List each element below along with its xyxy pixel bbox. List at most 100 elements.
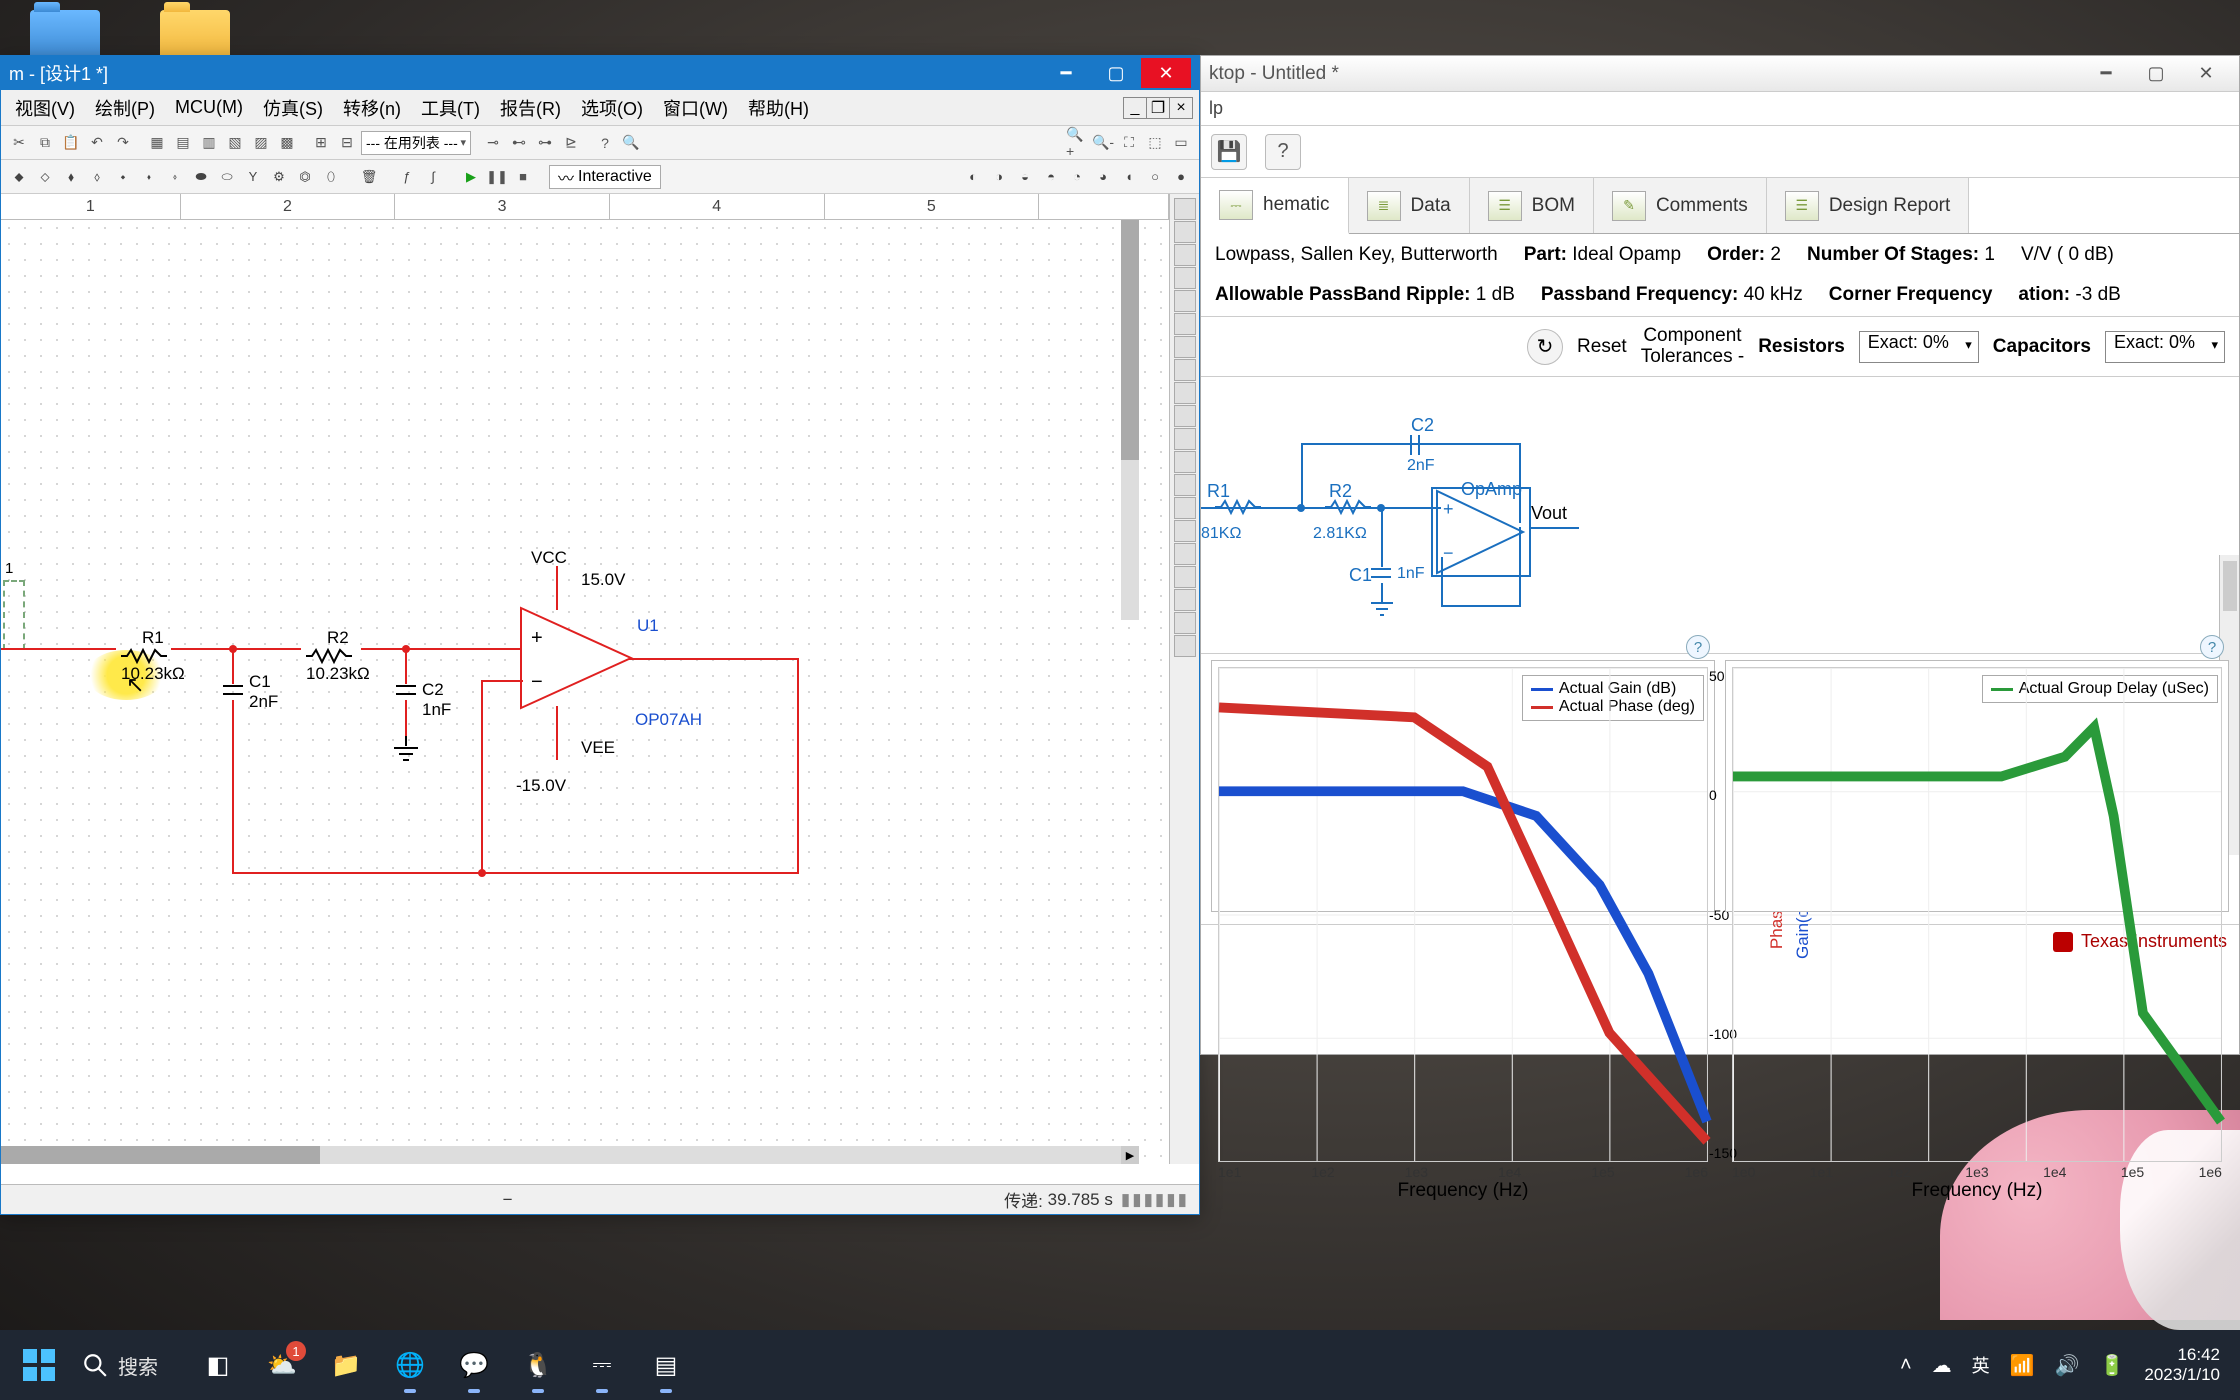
fullscreen-icon[interactable]: ▭ bbox=[1169, 131, 1193, 155]
parts-icon[interactable]: ⬭ bbox=[215, 165, 239, 189]
component-icon[interactable]: ⊞ bbox=[309, 131, 333, 155]
probe-icon[interactable]: ⊵ bbox=[559, 131, 583, 155]
grid-icon[interactable]: ▥ bbox=[197, 131, 221, 155]
vertical-scrollbar[interactable] bbox=[1121, 220, 1139, 620]
reset-label[interactable]: Reset bbox=[1577, 336, 1627, 358]
desktop-folder-icon[interactable] bbox=[160, 10, 230, 60]
parts-icon[interactable]: Y bbox=[241, 165, 265, 189]
instrument-icon[interactable] bbox=[1174, 566, 1196, 588]
onedrive-icon[interactable]: ☁ bbox=[1932, 1353, 1952, 1378]
menu-item[interactable]: 视图(V) bbox=[7, 91, 83, 125]
plot-area[interactable]: Group Delay bbox=[1732, 667, 2222, 1162]
close-button[interactable]: ✕ bbox=[1141, 58, 1191, 88]
instrument-icon[interactable] bbox=[1174, 198, 1196, 220]
instrument-icon[interactable] bbox=[1174, 520, 1196, 542]
instrument-icon[interactable] bbox=[1174, 612, 1196, 634]
wire[interactable] bbox=[1, 648, 116, 650]
zoom-in-icon[interactable]: 🔍+ bbox=[1065, 131, 1089, 155]
parts-icon[interactable]: ⬯ bbox=[319, 165, 343, 189]
reset-icon[interactable]: ↻ bbox=[1527, 329, 1563, 365]
pause-icon[interactable]: ❚❚ bbox=[485, 165, 509, 189]
probe-icon[interactable]: ⊸ bbox=[481, 131, 505, 155]
wire[interactable] bbox=[556, 566, 558, 610]
instrument-icon[interactable] bbox=[1174, 543, 1196, 565]
func-icon[interactable]: ∫ bbox=[421, 165, 445, 189]
scrollbar-thumb[interactable] bbox=[1121, 220, 1139, 460]
source-block[interactable] bbox=[3, 580, 25, 650]
resistor-r1[interactable]: R1 10.23kΩ bbox=[121, 628, 185, 684]
resistors-tolerance-select[interactable]: Exact: 0% bbox=[1859, 331, 1979, 363]
menu-item[interactable]: 窗口(W) bbox=[655, 91, 736, 125]
scrollbar-thumb[interactable] bbox=[1, 1146, 320, 1164]
volume-icon[interactable]: 🔊 bbox=[2055, 1353, 2080, 1378]
instrument-icon[interactable] bbox=[1174, 405, 1196, 427]
filterpro-icon[interactable]: ▤ bbox=[646, 1345, 686, 1385]
parts-icon[interactable]: ⬦ bbox=[33, 165, 57, 189]
menu-item[interactable]: 转移(n) bbox=[335, 91, 409, 125]
menu-item[interactable]: 工具(T) bbox=[413, 91, 488, 125]
menu-item[interactable]: 仿真(S) bbox=[255, 91, 331, 125]
tab-design-report[interactable]: ☰Design Report bbox=[1767, 178, 1969, 233]
parts-icon[interactable]: ⬪ bbox=[137, 165, 161, 189]
weather-icon[interactable]: ⛅1 bbox=[262, 1345, 302, 1385]
copy-icon[interactable]: ⧉ bbox=[33, 131, 57, 155]
wire[interactable] bbox=[361, 648, 521, 650]
inuse-list-combo[interactable]: --- 在用列表 --- bbox=[361, 131, 471, 155]
component-icon[interactable]: ⊟ bbox=[335, 131, 359, 155]
sim-mode-combo[interactable]: 〰 Interactive bbox=[549, 165, 661, 189]
wire[interactable] bbox=[797, 658, 799, 874]
instr-icon[interactable]: ◓ bbox=[1039, 165, 1063, 189]
grid-icon[interactable]: ▦ bbox=[145, 131, 169, 155]
instrument-icon[interactable] bbox=[1174, 474, 1196, 496]
multisim-icon[interactable]: ⎓ bbox=[582, 1345, 622, 1385]
schematic-canvas[interactable]: 1 2 3 4 5 1 ↖ R1 bbox=[1, 194, 1169, 1164]
instrument-icon[interactable] bbox=[1174, 382, 1196, 404]
maximize-button[interactable]: ▢ bbox=[1091, 58, 1141, 88]
taskbar-clock[interactable]: 16:42 2023/1/10 bbox=[2144, 1345, 2220, 1386]
instrument-icon[interactable] bbox=[1174, 359, 1196, 381]
maximize-button[interactable]: ▢ bbox=[2131, 59, 2181, 89]
wire[interactable] bbox=[405, 648, 407, 684]
help-icon[interactable]: ? bbox=[1265, 134, 1301, 170]
tray-chevron-icon[interactable]: ˄ bbox=[1900, 1354, 1912, 1377]
resistor-r2[interactable]: R2 10.23kΩ bbox=[306, 628, 370, 684]
parts-icon[interactable]: ⬩ bbox=[111, 165, 135, 189]
wifi-icon[interactable]: 📶 bbox=[2010, 1353, 2035, 1378]
menu-item[interactable]: 绘制(P) bbox=[87, 91, 163, 125]
qq-icon[interactable]: 🐧 bbox=[518, 1345, 558, 1385]
parts-icon[interactable]: ⬬ bbox=[189, 165, 213, 189]
stop-icon[interactable]: ■ bbox=[511, 165, 535, 189]
undo-icon[interactable]: ↶ bbox=[85, 131, 109, 155]
task-view-icon[interactable]: ◧ bbox=[198, 1345, 238, 1385]
parts-icon[interactable]: ⏣ bbox=[293, 165, 317, 189]
instr-icon[interactable]: ◔ bbox=[1065, 165, 1089, 189]
opamp-u1[interactable]: + − bbox=[521, 608, 641, 713]
wire[interactable] bbox=[232, 648, 234, 684]
mdi-restore-icon[interactable]: ❐ bbox=[1146, 97, 1170, 119]
instrument-icon[interactable] bbox=[1174, 290, 1196, 312]
ime-indicator[interactable]: 英 bbox=[1972, 1352, 1990, 1378]
menu-item[interactable]: 选项(O) bbox=[573, 91, 651, 125]
group-delay-plot[interactable]: ? Actual Group Delay (uSec) Group Delay … bbox=[1725, 660, 2229, 912]
instr-icon[interactable]: ◑ bbox=[987, 165, 1011, 189]
instrument-icon[interactable] bbox=[1174, 589, 1196, 611]
horizontal-scrollbar[interactable]: ▶ bbox=[1, 1146, 1139, 1164]
instrument-icon[interactable] bbox=[1174, 221, 1196, 243]
menu-item[interactable]: 帮助(H) bbox=[740, 91, 817, 125]
instr-icon[interactable]: ○ bbox=[1143, 165, 1167, 189]
tab-data[interactable]: ≣Data bbox=[1349, 178, 1470, 233]
delete-icon[interactable]: 🗑 bbox=[357, 165, 381, 189]
desktop-folder-icon[interactable] bbox=[30, 10, 100, 60]
parts-icon[interactable]: ⬫ bbox=[163, 165, 187, 189]
grid-icon[interactable]: ▨ bbox=[249, 131, 273, 155]
probe-icon[interactable]: ⊶ bbox=[533, 131, 557, 155]
redo-icon[interactable]: ↷ bbox=[111, 131, 135, 155]
start-button[interactable] bbox=[14, 1340, 64, 1390]
instrument-icon[interactable] bbox=[1174, 244, 1196, 266]
wire[interactable] bbox=[481, 682, 483, 874]
help-icon[interactable]: ? bbox=[2200, 635, 2224, 659]
mdi-minimize-icon[interactable]: _ bbox=[1123, 97, 1147, 119]
schematic-grid[interactable]: 1 ↖ R1 10.23kΩ R2 10.23kΩ bbox=[1, 220, 1169, 1164]
edge-icon[interactable]: 🌐 bbox=[390, 1345, 430, 1385]
search-icon[interactable]: 🔍 bbox=[619, 131, 643, 155]
